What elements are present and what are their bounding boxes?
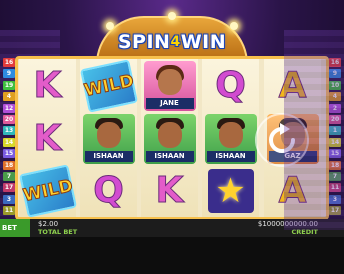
reel-1: K K WILD [18, 59, 77, 218]
total-bet-value: $2.00 [38, 220, 59, 228]
reel-symbol-k: K [33, 65, 62, 107]
payline-indicator: 20 [329, 115, 341, 124]
marquee-bulb [230, 22, 238, 30]
wild-symbol: WILD [79, 58, 138, 113]
payline-indicator: 19 [3, 80, 15, 90]
payline-indicator: 2 [329, 103, 341, 113]
reel-symbol-q: Q [93, 170, 125, 212]
payline-indicator: 7 [3, 172, 15, 181]
payline-indicator: 11 [329, 183, 341, 193]
payline-indicator: 4 [329, 92, 341, 102]
payline-indicator: 4 [3, 92, 15, 102]
logo-win: WIN [180, 31, 227, 53]
reel-4: Q ISHAAN ★ [202, 59, 259, 217]
reel-symbol-ishaan: ISHAAN [202, 112, 259, 165]
reel-symbol-star: ★ [202, 164, 259, 217]
payline-indicator: 15 [329, 149, 341, 159]
reel-symbol-ishaan: ISHAAN [80, 112, 137, 165]
ishaan-portrait: ISHAAN [143, 113, 196, 164]
payline-indicator: 11 [3, 206, 15, 216]
total-bet-label: TOTAL BET [38, 228, 78, 236]
spin-icon [269, 123, 295, 153]
payline-indicator: 9 [329, 69, 341, 79]
payline-indicator: 10 [329, 80, 341, 90]
payline-indicator: 18 [329, 160, 341, 170]
payline-indicators-right: 16 9 10 4 2 20 1 14 15 18 7 11 3 17 [329, 58, 341, 218]
payline-indicator: 3 [329, 194, 341, 204]
marquee-bulb [168, 12, 176, 20]
reel-symbol-k: K [33, 118, 62, 160]
ishaan-portrait: ISHAAN [82, 113, 135, 164]
game-stage: SPIN4WIN K K WILD WILD ISHAAN Q JANE ISH… [0, 0, 344, 274]
logo-spin: SPIN [117, 31, 171, 53]
star-symbol: ★ [207, 168, 254, 213]
payline-indicator: 15 [3, 149, 15, 159]
payline-indicator: 17 [3, 183, 15, 193]
reel-symbol-wild: WILD [18, 163, 77, 218]
payline-indicator: 14 [329, 137, 341, 147]
payline-indicator: 14 [3, 137, 15, 147]
payline-indicator: 13 [3, 126, 15, 136]
reel-symbol-k: K [155, 170, 184, 212]
reel-symbol-q: Q [215, 65, 247, 107]
reel-symbol-ishaan: ISHAAN [141, 112, 198, 165]
bet-button[interactable]: BET [0, 219, 30, 237]
payline-indicator: 16 [3, 58, 15, 67]
payline-indicator: 16 [329, 58, 341, 67]
reel-symbol-jane: JANE [141, 59, 198, 112]
logo-four: 4 [170, 34, 181, 50]
reel-2: WILD ISHAAN Q [79, 58, 138, 217]
reel-symbol-wild: WILD [79, 58, 138, 113]
credit-label: CREDIT [291, 228, 318, 236]
payline-indicator: 17 [329, 206, 341, 216]
credit-value: $1000000000.00 [257, 220, 318, 228]
payline-indicator: 20 [3, 115, 15, 124]
payline-indicator: 3 [3, 194, 15, 204]
payline-indicator: 18 [3, 160, 15, 170]
jane-portrait: JANE [143, 60, 196, 111]
payline-indicator: 12 [3, 103, 15, 113]
game-logo: SPIN4WIN [112, 31, 232, 57]
payline-indicator: 7 [329, 172, 341, 181]
star-icon: ★ [215, 170, 246, 211]
reel-3: JANE ISHAAN K [141, 59, 198, 217]
payline-indicator: 1 [329, 126, 341, 136]
bottom-panel [0, 237, 344, 274]
payline-indicator: 9 [3, 69, 15, 79]
marquee-bulb [106, 22, 114, 30]
ishaan-portrait: ISHAAN [204, 113, 257, 164]
payline-indicators-left: 16 9 19 4 12 20 13 14 15 18 7 17 3 11 [3, 58, 15, 218]
wild-symbol: WILD [18, 163, 77, 218]
reel-symbol-a: A [278, 65, 307, 107]
reel-symbol-a: A [278, 170, 307, 212]
spin-button[interactable] [255, 113, 309, 167]
